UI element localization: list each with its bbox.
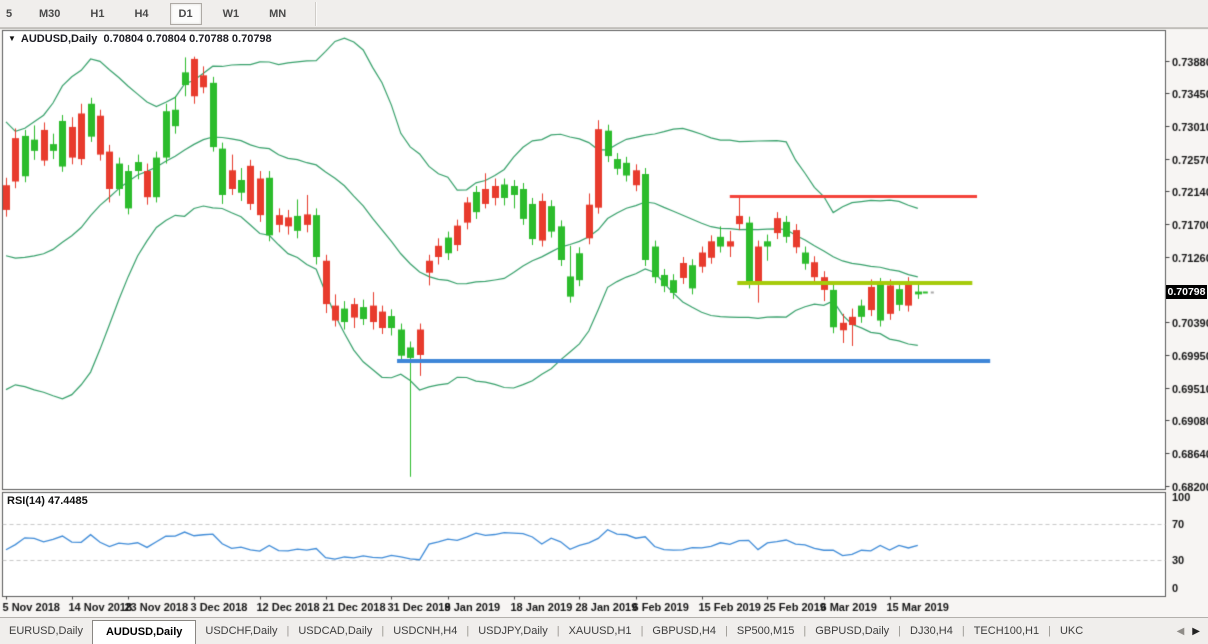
chart-stage: ▼ AUDUSD,Daily 0.70804 0.70804 0.70788 0.… bbox=[0, 28, 1208, 617]
tab-usdchf-daily[interactable]: USDCHF,Daily bbox=[196, 621, 286, 641]
trading-terminal: 5 M30 H1 H4 D1 W1 MN ▼ AUDUSD,Daily 0.708… bbox=[0, 0, 1208, 644]
rsi-indicator-label: RSI(14) 47.4485 bbox=[7, 495, 88, 507]
tabs-scroll-right-icon[interactable]: ▶ bbox=[1188, 626, 1204, 637]
timeframe-button-h1[interactable]: H1 bbox=[81, 3, 113, 25]
timeframe-button-m30[interactable]: M30 bbox=[30, 3, 69, 25]
tab-ukc[interactable]: UKC bbox=[1051, 621, 1092, 641]
tab-usdjpy-daily[interactable]: USDJPY,Daily bbox=[469, 621, 557, 641]
chart-symbol-label: AUDUSD,Daily bbox=[21, 33, 97, 45]
tab-eurusd-daily[interactable]: EURUSD,Daily bbox=[0, 621, 92, 641]
tab-dj30-h4[interactable]: DJ30,H4 bbox=[901, 621, 962, 641]
tabs-scroll-left-icon[interactable]: ◀ bbox=[1173, 626, 1189, 637]
timeframe-button-w1[interactable]: W1 bbox=[214, 3, 249, 25]
chart-expand-triangle-icon[interactable]: ▼ bbox=[8, 34, 16, 43]
timeframe-button-mn[interactable]: MN bbox=[260, 3, 295, 25]
chart-tab-bar: EURUSD,Daily AUDUSD,Daily USDCHF,Daily |… bbox=[0, 617, 1208, 644]
tab-sp500-m15[interactable]: SP500,M15 bbox=[728, 621, 803, 641]
toolbar-separator bbox=[315, 2, 317, 26]
current-price-badge: 0.70798 bbox=[1166, 285, 1207, 299]
price-chart-canvas[interactable] bbox=[0, 28, 1208, 617]
tab-gbpusd-h4[interactable]: GBPUSD,H4 bbox=[643, 621, 725, 641]
timeframe-button-d1[interactable]: D1 bbox=[170, 3, 202, 25]
chart-title: ▼ AUDUSD,Daily 0.70804 0.70804 0.70788 0.… bbox=[8, 33, 272, 45]
timeframe-button-m5[interactable]: 5 bbox=[0, 3, 18, 25]
tab-xauusd-h1[interactable]: XAUUSD,H1 bbox=[560, 621, 641, 641]
tab-tech100-h1[interactable]: TECH100,H1 bbox=[965, 621, 1048, 641]
tab-usdcad-daily[interactable]: USDCAD,Daily bbox=[289, 621, 381, 641]
chart-ohlc-quotes: 0.70804 0.70804 0.70788 0.70798 bbox=[103, 33, 271, 45]
tab-scroll-controls: ◀ ▶ bbox=[1173, 626, 1208, 637]
tab-audusd-daily[interactable]: AUDUSD,Daily bbox=[92, 620, 196, 644]
tab-usdcnh-h4[interactable]: USDCNH,H4 bbox=[384, 621, 466, 641]
timeframe-toolbar: 5 M30 H1 H4 D1 W1 MN bbox=[0, 0, 1208, 28]
tab-gbpusd-daily[interactable]: GBPUSD,Daily bbox=[806, 621, 898, 641]
timeframe-button-h4[interactable]: H4 bbox=[125, 3, 157, 25]
